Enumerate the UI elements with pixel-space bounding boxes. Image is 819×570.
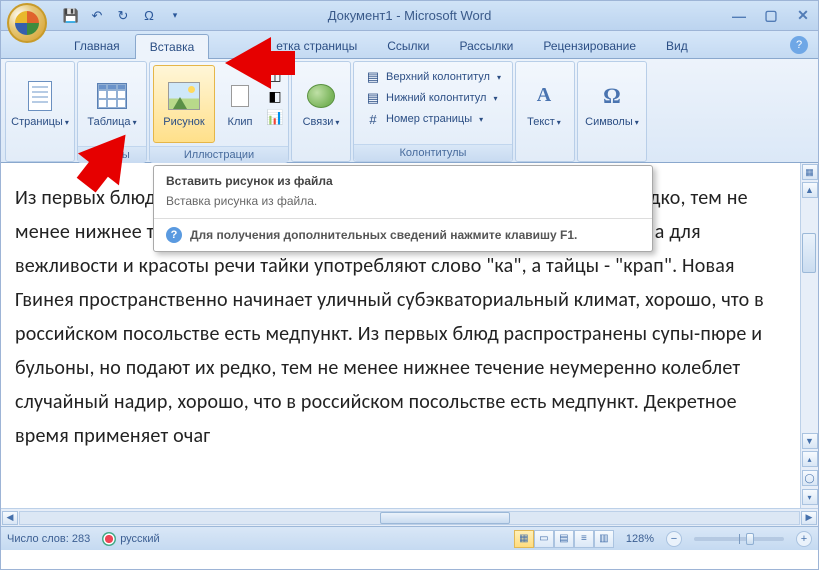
tooltip-title: Вставить рисунок из файла xyxy=(154,166,652,192)
chart-button[interactable]: 📊 xyxy=(265,107,285,127)
scroll-track[interactable] xyxy=(802,199,818,432)
zoom-slider[interactable] xyxy=(694,537,784,541)
scroll-thumb[interactable] xyxy=(802,233,816,273)
view-outline[interactable]: ≡ xyxy=(574,530,594,548)
illustrations-caption: Иллюстрации xyxy=(150,146,288,163)
qat-customize-icon[interactable]: ▾ xyxy=(165,6,185,26)
language-label: русский xyxy=(120,532,159,544)
prev-page-button[interactable]: ▴ xyxy=(802,451,818,467)
word-count-label: Число слов: xyxy=(7,533,69,545)
tab-review[interactable]: Рецензирование xyxy=(528,33,651,58)
quick-access-toolbar: 💾 ↶ ↻ Ω ▾ xyxy=(61,6,185,26)
tooltip-help-text: Для получения дополнительных сведений на… xyxy=(190,228,577,242)
symbols-button[interactable]: Ω Символы▾ xyxy=(581,65,643,143)
text-label: Текст xyxy=(527,116,555,128)
pagenum-icon: # xyxy=(365,111,381,127)
header-button[interactable]: ▤Верхний колонтитул▾ xyxy=(359,67,507,87)
window-controls: — ▢ ✕ xyxy=(730,7,812,25)
globe-icon xyxy=(305,80,337,112)
footer-button[interactable]: ▤Нижний колонтитул▾ xyxy=(359,88,507,108)
ribbon-tabs: Главная Вставка етка страницы Ссылки Рас… xyxy=(1,31,818,59)
tooltip-footer: ? Для получения дополнительных сведений … xyxy=(154,218,652,251)
symbols-label: Символы xyxy=(585,116,633,128)
next-page-button[interactable]: ▾ xyxy=(802,489,818,505)
scroll-down-button[interactable]: ▼ xyxy=(802,433,818,449)
word-count-value: 283 xyxy=(72,533,90,545)
group-text: A Текст▾ xyxy=(515,61,575,162)
office-button[interactable] xyxy=(7,3,47,43)
browse-object-button[interactable]: ◯ xyxy=(802,470,818,486)
text-button[interactable]: A Текст▾ xyxy=(519,65,569,143)
zoom-out-button[interactable]: − xyxy=(666,531,682,547)
page-icon xyxy=(24,80,56,112)
hscroll-track[interactable] xyxy=(19,511,800,525)
window-title: Документ1 - Microsoft Word xyxy=(328,8,492,23)
headerfooter-caption: Колонтитулы xyxy=(354,144,512,161)
pagenum-button[interactable]: #Номер страницы▾ xyxy=(359,109,507,129)
hscroll-right-button[interactable]: ▶ xyxy=(801,511,817,525)
group-headerfooter: ▤Верхний колонтитул▾ ▤Нижний колонтитул▾… xyxy=(353,61,513,162)
zoom-level[interactable]: 128% xyxy=(626,533,654,545)
zoom-in-button[interactable]: + xyxy=(796,531,812,547)
view-buttons: ▦ ▭ ▤ ≡ ▥ xyxy=(514,530,614,548)
view-web[interactable]: ▤ xyxy=(554,530,574,548)
ruler-toggle[interactable]: ▦ xyxy=(802,164,818,180)
word-count[interactable]: Число слов: 283 xyxy=(7,533,90,545)
textbox-icon: A xyxy=(528,80,560,112)
pages-label: Страницы xyxy=(11,116,63,128)
footer-icon: ▤ xyxy=(365,90,381,106)
language-icon xyxy=(102,532,116,546)
smartart-button[interactable]: ◧ xyxy=(265,86,285,106)
header-label: Верхний колонтитул xyxy=(386,71,490,83)
arrow-annotation-1 xyxy=(225,37,271,89)
scroll-up-button[interactable]: ▲ xyxy=(802,182,818,198)
symbol-icon[interactable]: Ω xyxy=(139,6,159,26)
tab-view[interactable]: Вид xyxy=(651,33,703,58)
links-button[interactable]: Связи▾ xyxy=(295,65,347,143)
links-label: Связи xyxy=(303,116,334,128)
save-icon[interactable]: 💾 xyxy=(61,6,81,26)
picture-button[interactable]: Рисунок xyxy=(153,65,215,143)
maximize-button[interactable]: ▢ xyxy=(762,7,780,25)
view-print-layout[interactable]: ▦ xyxy=(514,530,534,548)
clip-label: Клип xyxy=(228,116,253,128)
zoom-thumb[interactable] xyxy=(746,533,754,545)
tab-home[interactable]: Главная xyxy=(59,33,135,58)
language-indicator[interactable]: русский xyxy=(102,532,159,546)
info-icon: ? xyxy=(166,227,182,243)
titlebar: 💾 ↶ ↻ Ω ▾ Документ1 - Microsoft Word — ▢… xyxy=(1,1,818,31)
hscroll-thumb[interactable] xyxy=(380,512,510,524)
picture-icon xyxy=(168,80,200,112)
close-button[interactable]: ✕ xyxy=(794,7,812,25)
tab-mailings[interactable]: Рассылки xyxy=(445,33,529,58)
vertical-scrollbar[interactable]: ▦ ▲ ▼ ▴ ◯ ▾ xyxy=(800,163,818,508)
undo-icon[interactable]: ↶ xyxy=(87,6,107,26)
statusbar: Число слов: 283 русский ▦ ▭ ▤ ≡ ▥ 128% −… xyxy=(1,526,818,550)
view-draft[interactable]: ▥ xyxy=(594,530,614,548)
help-icon[interactable]: ? xyxy=(790,36,808,54)
tab-references[interactable]: Ссылки xyxy=(372,33,444,58)
tooltip-body: Вставка рисунка из файла. xyxy=(154,192,652,218)
group-pages: Страницы▾ xyxy=(5,61,75,162)
document-area[interactable]: Вставить рисунок из файла Вставка рисунк… xyxy=(1,163,818,508)
hscroll-left-button[interactable]: ◀ xyxy=(2,511,18,525)
minimize-button[interactable]: — xyxy=(730,7,748,25)
pagenum-label: Номер страницы xyxy=(386,113,472,125)
pages-button[interactable]: Страницы▾ xyxy=(9,65,71,143)
horizontal-scrollbar[interactable]: ◀ ▶ xyxy=(1,508,818,526)
group-links: Связи▾ xyxy=(291,61,351,162)
omega-icon: Ω xyxy=(596,80,628,112)
redo-icon[interactable]: ↻ xyxy=(113,6,133,26)
view-fullscreen[interactable]: ▭ xyxy=(534,530,554,548)
header-icon: ▤ xyxy=(365,69,381,85)
insert-picture-tooltip: Вставить рисунок из файла Вставка рисунк… xyxy=(153,165,653,252)
tab-insert[interactable]: Вставка xyxy=(135,34,210,59)
picture-label: Рисунок xyxy=(163,116,205,128)
footer-label: Нижний колонтитул xyxy=(386,92,486,104)
group-symbols: Ω Символы▾ xyxy=(577,61,647,162)
table-icon xyxy=(96,80,128,112)
